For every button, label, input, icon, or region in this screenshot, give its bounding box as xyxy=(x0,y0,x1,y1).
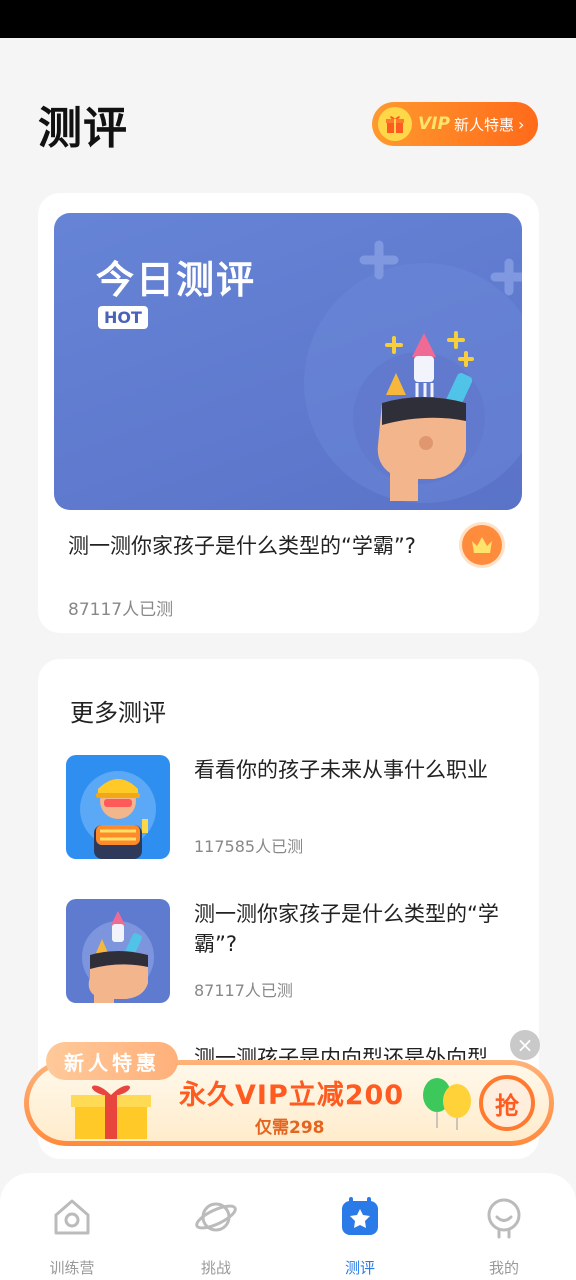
vip-promo-label: 新人特惠 xyxy=(453,115,514,134)
tab-assessment[interactable]: 测评 xyxy=(315,1195,405,1278)
banner-title: 今日测评 xyxy=(96,258,257,302)
item-title: 看看你的孩子未来从事什么职业 xyxy=(194,758,488,782)
tab-label: 测评 xyxy=(344,1259,375,1277)
item-title: 测一测你家孩子是什么类型的“学霸”? xyxy=(194,902,499,956)
today-count: 87117人已测 xyxy=(68,600,174,620)
today-description: 测一测你家孩子是什么类型的“学霸”? xyxy=(68,534,416,558)
status-bar xyxy=(0,0,576,38)
head-rocket-illustration xyxy=(304,240,522,503)
profile-icon xyxy=(487,1198,521,1239)
career-thumbnail xyxy=(66,755,170,859)
balloons-icon xyxy=(423,1078,471,1130)
grab-button[interactable]: 抢 xyxy=(479,1075,535,1131)
today-assessment-card[interactable]: 今日测评 HOT 测一测你家孩子是什么类型的“学霸”? 87117人已测 xyxy=(38,193,539,633)
tab-label: 我的 xyxy=(488,1259,519,1277)
tab-label: 训练营 xyxy=(49,1259,95,1277)
item-count: 87117人已测 xyxy=(194,981,293,1000)
bottom-tab-bar: 训练营 挑战 测评 我的 xyxy=(0,1173,576,1280)
vip-promo-button[interactable]: VIP 新人特惠 › xyxy=(372,102,538,146)
gift-box-icon xyxy=(71,1085,151,1139)
assessment-icon xyxy=(342,1197,378,1235)
newbie-tag: 新人特惠 xyxy=(46,1042,178,1080)
tab-label: 挑战 xyxy=(200,1259,231,1277)
page-title: 测评 xyxy=(38,103,128,154)
close-icon[interactable]: × xyxy=(510,1030,540,1060)
tab-mine[interactable]: 我的 xyxy=(459,1195,549,1278)
chevron-right-icon: › xyxy=(517,114,525,134)
tab-challenge[interactable]: 挑战 xyxy=(171,1195,261,1278)
promo-headline: 永久VIP立减200 xyxy=(179,1080,405,1111)
gift-icon xyxy=(378,107,412,141)
tab-training-camp[interactable]: 训练营 xyxy=(27,1195,117,1278)
promo-price: 仅需298 xyxy=(255,1118,325,1138)
hot-badge: HOT xyxy=(98,306,148,329)
vip-badge: VIP xyxy=(418,114,450,134)
item-count: 117585人已测 xyxy=(194,837,304,856)
home-icon xyxy=(54,1199,90,1235)
planet-icon xyxy=(195,1202,237,1232)
crown-icon xyxy=(462,525,502,565)
today-banner[interactable]: 今日测评 HOT xyxy=(54,213,522,510)
study-thumbnail xyxy=(66,899,170,1003)
list-item[interactable]: 看看你的孩子未来从事什么职业 117585人已测 xyxy=(66,755,516,859)
more-title: 更多测评 xyxy=(70,699,166,727)
list-item[interactable]: 测一测你家孩子是什么类型的“学霸”? 87117人已测 xyxy=(66,899,516,1003)
